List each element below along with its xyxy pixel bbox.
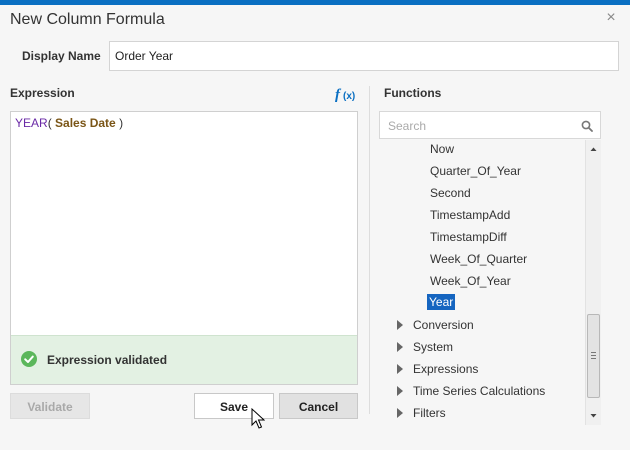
validation-message: Expression validated bbox=[47, 353, 168, 367]
expression-editor[interactable]: YEAR( Sales Date ) Expression validated bbox=[10, 111, 358, 385]
expand-arrow-icon[interactable] bbox=[397, 320, 403, 330]
function-item-week-of-year[interactable]: Week_Of_Year bbox=[430, 273, 511, 293]
function-group-conversion[interactable]: Conversion bbox=[397, 317, 579, 337]
function-fx-icon[interactable]: f (x) bbox=[335, 85, 359, 103]
functions-scrollbar[interactable] bbox=[585, 140, 601, 425]
svg-text:(x): (x) bbox=[343, 91, 355, 102]
expression-label: Expression bbox=[10, 86, 75, 100]
function-group-expressions[interactable]: Expressions bbox=[397, 361, 579, 381]
scrollbar-grip bbox=[591, 352, 596, 359]
expression-column-token: Sales Date bbox=[51, 116, 120, 130]
function-group-time-series-calculations[interactable]: Time Series Calculations bbox=[397, 383, 579, 403]
dialog-title: New Column Formula bbox=[10, 11, 165, 28]
function-item-timestampadd[interactable]: TimestampAdd bbox=[430, 207, 510, 227]
cancel-button[interactable]: Cancel bbox=[279, 393, 358, 419]
new-column-formula-dialog: New Column Formula × Display Name Order … bbox=[0, 0, 630, 450]
group-label: Conversion bbox=[413, 318, 474, 332]
expression-text[interactable]: YEAR( Sales Date ) bbox=[15, 116, 123, 130]
expression-function-token: YEAR bbox=[15, 116, 48, 130]
expand-arrow-icon[interactable] bbox=[397, 386, 403, 396]
function-item-now[interactable]: Now bbox=[430, 141, 454, 161]
search-icon[interactable] bbox=[581, 120, 593, 132]
display-name-label: Display Name bbox=[22, 49, 101, 63]
function-item-timestampdiff[interactable]: TimestampDiff bbox=[430, 229, 507, 249]
dialog-top-accent bbox=[0, 0, 630, 5]
function-group-filters[interactable]: Filters bbox=[397, 405, 579, 425]
functions-tree: Now Quarter_Of_Year Second TimestampAdd … bbox=[379, 140, 585, 425]
check-circle-icon bbox=[21, 351, 37, 367]
close-icon[interactable]: × bbox=[604, 10, 618, 26]
validate-button[interactable]: Validate bbox=[10, 393, 90, 419]
scroll-up-arrow-icon[interactable] bbox=[586, 140, 601, 158]
function-item-quarter-of-year[interactable]: Quarter_Of_Year bbox=[430, 163, 521, 183]
expand-arrow-icon[interactable] bbox=[397, 342, 403, 352]
search-placeholder: Search bbox=[388, 119, 427, 133]
scroll-down-arrow-icon[interactable] bbox=[586, 407, 601, 425]
function-item-week-of-quarter[interactable]: Week_Of_Quarter bbox=[430, 251, 527, 271]
group-label: System bbox=[413, 340, 454, 354]
group-label: Time Series Calculations bbox=[413, 384, 546, 398]
expand-arrow-icon[interactable] bbox=[397, 364, 403, 374]
function-item-year-selected[interactable]: Year bbox=[427, 294, 456, 310]
functions-search-input[interactable]: Search bbox=[379, 111, 601, 139]
panel-divider bbox=[369, 86, 370, 414]
function-group-system[interactable]: System bbox=[397, 339, 579, 359]
group-label: Expressions bbox=[413, 362, 479, 376]
save-button[interactable]: Save bbox=[194, 393, 274, 419]
expand-arrow-icon[interactable] bbox=[397, 408, 403, 418]
display-name-input[interactable]: Order Year bbox=[109, 41, 619, 71]
scrollbar-thumb[interactable] bbox=[587, 314, 600, 398]
group-label: Filters bbox=[413, 406, 446, 420]
function-item-second[interactable]: Second bbox=[430, 185, 471, 205]
svg-text:f: f bbox=[335, 87, 342, 103]
expression-close-paren: ) bbox=[119, 116, 124, 130]
validation-message-bar: Expression validated bbox=[11, 335, 357, 384]
functions-label: Functions bbox=[384, 86, 442, 100]
